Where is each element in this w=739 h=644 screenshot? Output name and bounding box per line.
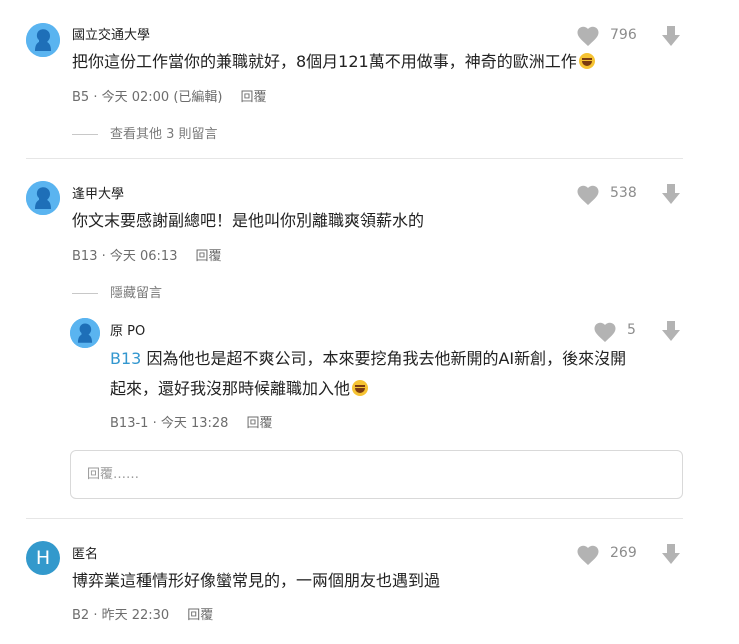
floor-mention-link[interactable]: B13 <box>110 349 141 368</box>
like-count: 269 <box>610 545 637 561</box>
downvote-arrow-icon[interactable] <box>661 183 681 205</box>
reply-author[interactable]: 原 PO <box>110 320 145 339</box>
divider <box>26 158 683 159</box>
hide-replies-label: 隱藏留言 <box>110 286 163 301</box>
avatar[interactable] <box>26 23 60 57</box>
comment-content: 把你這份工作當你的兼職就好，8個月121萬不用做事，神奇的歐洲工作 <box>72 47 595 77</box>
view-more-replies[interactable]: 查看其他 3 則留言 <box>72 123 218 142</box>
timestamp: 昨天 22:30 <box>101 608 170 623</box>
heart-icon[interactable] <box>576 544 600 566</box>
avatar[interactable]: H <box>26 541 60 575</box>
comment-content: 你文末要感謝副總吧！是他叫你別離職爽領薪水的 <box>72 211 425 230</box>
reply-button[interactable]: 回覆 <box>195 249 221 264</box>
laughing-emoji-icon <box>578 53 595 69</box>
toggle-dash <box>72 134 98 135</box>
floor-number: B5 <box>72 90 90 105</box>
heart-icon[interactable] <box>576 184 600 206</box>
comment-author[interactable]: 國立交通大學 <box>72 24 150 43</box>
reply-button[interactable]: 回覆 <box>240 90 266 105</box>
reply-meta: B13-1 · 今天 13:28 回覆 <box>110 416 273 431</box>
timestamp: 今天 06:13 <box>109 249 178 264</box>
like-count: 796 <box>610 27 637 43</box>
hide-replies-toggle[interactable]: 隱藏留言 <box>72 282 162 301</box>
downvote-arrow-icon[interactable] <box>661 25 681 47</box>
comment-meta: B5 · 今天 02:00 (已編輯) 回覆 <box>72 90 267 105</box>
comment-meta: B13 · 今天 06:13 回覆 <box>72 249 222 264</box>
timestamp: 今天 02:00 (已編輯) <box>101 90 223 105</box>
comment-content: 博弈業這種情形好像蠻常見的，一兩個朋友也遇到過 <box>72 571 441 590</box>
heart-icon[interactable] <box>576 25 600 47</box>
floor-number: B13 <box>72 249 98 264</box>
floor-number: B13-1 <box>110 416 149 431</box>
reply-content: B13 因為他也是超不爽公司，本來要挖角我去他新開的AI新創，後來沒開 <box>110 344 626 374</box>
comment-author[interactable]: 匿名 <box>72 543 98 562</box>
laughing-emoji-icon <box>352 380 369 396</box>
reply-content-line2: 起來，還好我沒那時候離職加入他 <box>110 374 369 404</box>
avatar[interactable] <box>70 318 100 348</box>
downvote-arrow-icon[interactable] <box>661 320 681 342</box>
comment-text: 把你這份工作當你的兼職就好，8個月121萬不用做事，神奇的歐洲工作 <box>72 52 577 71</box>
timestamp: 今天 13:28 <box>160 416 229 431</box>
reply-button[interactable]: 回覆 <box>187 608 213 623</box>
like-count: 538 <box>610 185 637 201</box>
avatar[interactable] <box>26 181 60 215</box>
comment-author[interactable]: 逢甲大學 <box>72 183 124 202</box>
reply-text-line2: 起來，還好我沒那時候離職加入他 <box>110 379 351 398</box>
floor-number: B2 <box>72 608 90 623</box>
avatar-silhouette-icon <box>70 318 100 348</box>
comment-meta: B2 · 昨天 22:30 回覆 <box>72 608 214 623</box>
reply-input[interactable]: 回覆…… <box>70 450 683 499</box>
heart-icon[interactable] <box>593 321 617 343</box>
toggle-dash <box>72 293 98 294</box>
downvote-arrow-icon[interactable] <box>661 543 681 565</box>
reply-text-line1: 因為他也是超不爽公司，本來要挖角我去他新開的AI新創，後來沒開 <box>146 349 627 368</box>
reply-button[interactable]: 回覆 <box>246 416 272 431</box>
avatar-silhouette-icon <box>26 181 60 215</box>
like-count: 5 <box>627 322 636 338</box>
divider <box>26 518 683 519</box>
view-more-replies-label: 查看其他 3 則留言 <box>110 127 218 142</box>
avatar-silhouette-icon <box>26 23 60 57</box>
